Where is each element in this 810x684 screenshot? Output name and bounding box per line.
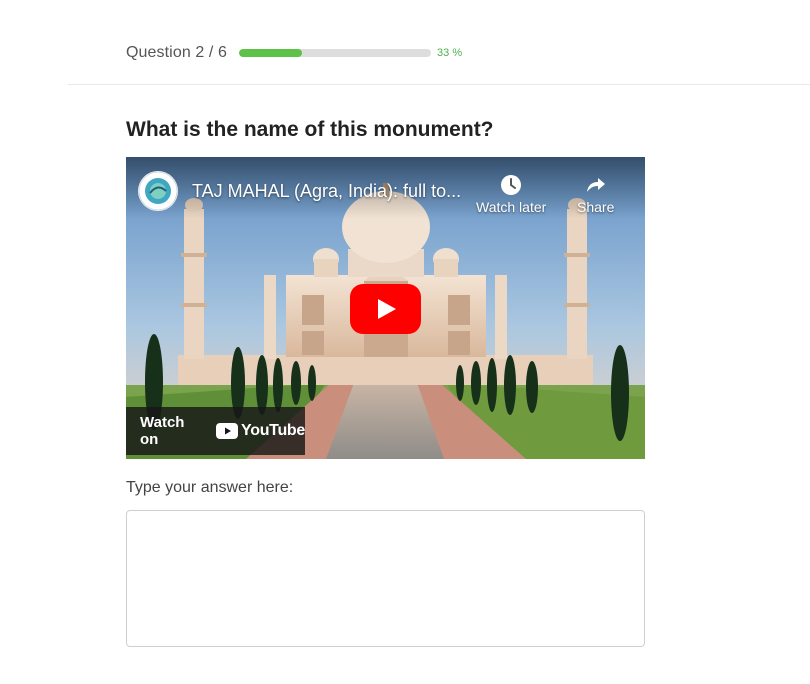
youtube-embed[interactable]: TAJ MAHAL (Agra, India): full to... Watc… [126, 157, 645, 459]
progress-bar-fill [239, 49, 303, 57]
watch-on-youtube-button[interactable]: Watch on YouTube [126, 407, 305, 455]
answer-input[interactable] [126, 510, 645, 647]
youtube-logo-icon: YouTube [216, 422, 305, 440]
question-title: What is the name of this monument? [126, 118, 494, 141]
watch-on-label: Watch on [140, 414, 185, 448]
quiz-progress: Question 2 / 6 33 % [126, 43, 462, 63]
play-button[interactable] [350, 284, 421, 334]
progress-percent: 33 % [437, 47, 463, 59]
share-label: Share [577, 199, 615, 215]
share-button[interactable]: Share [577, 173, 614, 215]
channel-logo[interactable] [138, 171, 178, 211]
watch-later-label: Watch later [476, 199, 547, 215]
answer-label: Type your answer here: [126, 479, 294, 496]
clock-icon [501, 175, 522, 195]
share-icon [586, 178, 605, 192]
youtube-wordmark: YouTube [241, 422, 305, 439]
video-title[interactable]: TAJ MAHAL (Agra, India): full to... [192, 181, 461, 202]
header-divider [68, 84, 810, 85]
question-counter: Question 2 / 6 [126, 44, 228, 61]
progress-bar [239, 49, 432, 57]
watch-later-button[interactable]: Watch later [476, 173, 546, 215]
